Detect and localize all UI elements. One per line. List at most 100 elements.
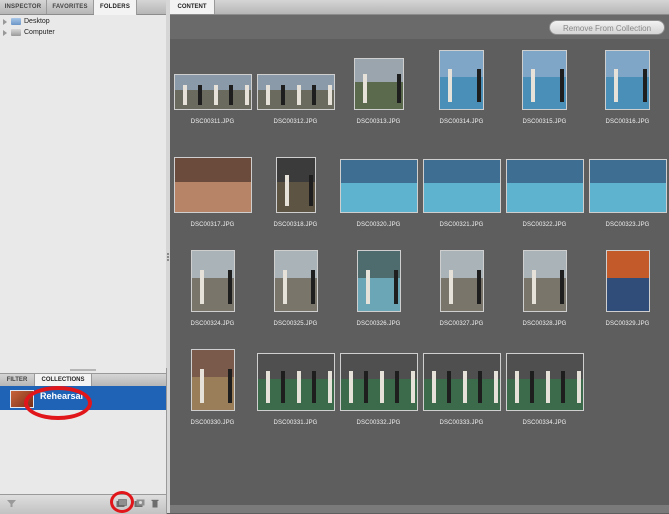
photo-thumbnail[interactable] (422, 159, 501, 213)
disclosure-triangle-icon[interactable] (3, 19, 7, 25)
tree-item-desktop[interactable]: Desktop (0, 17, 160, 27)
remove-from-collection-button[interactable]: Remove From Collection (549, 20, 665, 35)
thumbnail-filename: DSC00326.JPG (356, 321, 401, 327)
photo-thumbnail[interactable] (190, 250, 235, 312)
thumbnail-cell[interactable]: DSC00315.JPG (503, 40, 586, 136)
thumbnail-filename: DSC00325.JPG (273, 321, 318, 327)
photo-thumbnail[interactable] (522, 250, 567, 312)
disclosure-triangle-icon[interactable] (3, 30, 7, 36)
photo-figure (530, 371, 534, 404)
photo-thumbnail[interactable] (190, 349, 235, 411)
photo-figure (448, 69, 452, 103)
photo-background (506, 160, 583, 184)
photo-foreground (589, 183, 666, 212)
thumbnail-cell[interactable]: DSC00317.JPG (171, 143, 254, 239)
photo-figure (477, 69, 481, 103)
thumbnail-cell[interactable]: DSC00313.JPG (337, 40, 420, 136)
thumbnail-cell[interactable]: DSC00327.JPG (420, 242, 503, 338)
left-panel-tabs: INSPECTOR FAVORITES FOLDERS (0, 0, 166, 15)
thumbnail-cell[interactable]: DSC00314.JPG (420, 40, 503, 136)
photo-thumbnail[interactable] (173, 157, 252, 213)
delete-icon[interactable] (151, 499, 159, 508)
thumbnail-filename: DSC00331.JPG (273, 420, 318, 426)
thumbnail-cell[interactable]: DSC00321.JPG (420, 143, 503, 239)
photo-figure (310, 269, 315, 304)
photo-thumbnail[interactable] (588, 159, 667, 213)
thumbnail-cell[interactable]: DSC00332.JPG (337, 341, 420, 437)
thumbnail-cell[interactable]: DSC00323.JPG (586, 143, 669, 239)
photo-thumbnail[interactable] (522, 50, 567, 110)
tab-favorites[interactable]: FAVORITES (47, 0, 94, 14)
thumbnail-filename: DSC00316.JPG (605, 119, 650, 125)
thumbnail-cell[interactable]: DSC00318.JPG (254, 143, 337, 239)
photo-figure (462, 371, 467, 404)
tab-inspector[interactable]: INSPECTOR (0, 0, 47, 14)
tree-item-computer[interactable]: Computer (0, 28, 160, 38)
photo-thumbnail[interactable] (339, 159, 418, 213)
photo-figure (614, 69, 618, 103)
photo-figure (643, 69, 647, 103)
photo-thumbnail[interactable] (273, 250, 318, 312)
photo-thumbnail[interactable] (439, 50, 484, 110)
photo-thumbnail[interactable] (505, 159, 584, 213)
splitter-grip-icon[interactable] (166, 252, 170, 262)
thumbnail-filename: DSC00321.JPG (439, 222, 484, 228)
photo-figure (514, 371, 519, 404)
photo-thumbnail[interactable] (439, 250, 484, 312)
thumbnail-cell[interactable]: DSC00316.JPG (586, 40, 669, 136)
thumbnail-cell[interactable]: DSC00324.JPG (171, 242, 254, 338)
photo-thumbnail[interactable] (339, 353, 418, 411)
photo-figure (362, 74, 367, 103)
thumbnail-cell[interactable]: DSC00320.JPG (337, 143, 420, 239)
thumbnail-cell[interactable]: DSC00334.JPG (503, 341, 586, 437)
photo-figure (281, 85, 285, 105)
photo-foreground (174, 182, 251, 212)
thumbnail-cell[interactable]: DSC00326.JPG (337, 242, 420, 338)
thumbnail-cell[interactable]: DSC00331.JPG (254, 341, 337, 437)
thumbnail-cell[interactable]: DSC00312.JPG (254, 40, 337, 136)
content-bottom-bar (170, 505, 669, 513)
photo-figure (448, 269, 453, 304)
thumbnail-filename: DSC00312.JPG (273, 119, 318, 125)
thumbnail-cell[interactable]: DSC00333.JPG (420, 341, 503, 437)
photo-foreground (423, 183, 500, 212)
tab-content[interactable]: CONTENT (170, 0, 215, 14)
photo-figure (396, 74, 401, 103)
panel-resize-grip[interactable] (70, 369, 96, 371)
filter-icon[interactable] (6, 499, 17, 508)
photo-figure (198, 85, 202, 105)
photo-foreground (506, 183, 583, 212)
photo-thumbnail[interactable] (422, 353, 501, 411)
thumbnail-cell[interactable]: DSC00311.JPG (171, 40, 254, 136)
tab-collections[interactable]: COLLECTIONS (35, 374, 92, 386)
photo-thumbnail[interactable] (275, 157, 316, 213)
photo-figure (379, 371, 384, 404)
photo-thumbnail[interactable] (605, 250, 650, 312)
photo-thumbnail[interactable] (256, 353, 335, 411)
thumbnail-cell[interactable]: DSC00322.JPG (503, 143, 586, 239)
content-tab-strip (170, 0, 669, 15)
photo-figure (312, 85, 316, 105)
photo-thumbnail[interactable] (353, 58, 404, 110)
photo-figure (431, 371, 436, 404)
thumbnail-cell[interactable]: DSC00329.JPG (586, 242, 669, 338)
photo-thumbnail[interactable] (256, 74, 335, 110)
photo-thumbnail[interactable] (605, 50, 650, 110)
thumbnail-cell[interactable]: DSC00328.JPG (503, 242, 586, 338)
photo-figure (559, 269, 564, 304)
photo-thumbnail[interactable] (173, 74, 252, 110)
photo-background (589, 160, 666, 184)
photo-figure (296, 371, 301, 404)
photo-figure (531, 69, 535, 103)
thumbnail-filename: DSC00318.JPG (273, 222, 318, 228)
photo-figure (561, 371, 565, 404)
photo-figure (576, 371, 581, 404)
thumbnail-cell[interactable]: DSC00325.JPG (254, 242, 337, 338)
thumbnail-filename: DSC00322.JPG (522, 222, 567, 228)
photo-thumbnail[interactable] (505, 353, 584, 411)
photo-thumbnail[interactable] (356, 250, 401, 312)
new-smart-collection-icon[interactable] (134, 499, 145, 508)
tab-filter[interactable]: FILTER (0, 374, 35, 386)
thumbnail-cell[interactable]: DSC00330.JPG (171, 341, 254, 437)
tab-folders[interactable]: FOLDERS (94, 0, 137, 15)
